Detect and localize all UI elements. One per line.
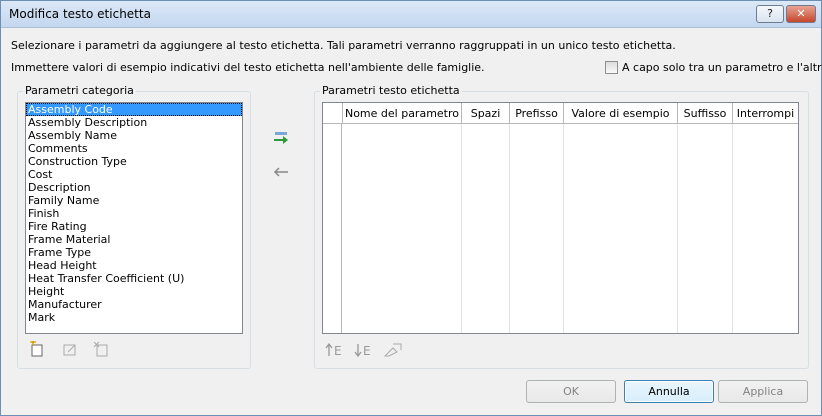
format-parameter-icon[interactable] [383,342,403,362]
list-item[interactable]: Family Name [26,194,242,207]
apply-button[interactable]: Applica [718,380,808,403]
list-item[interactable]: Assembly Name [26,129,242,142]
wrap-checkbox-label[interactable]: A capo solo tra un parametro e l'altro [622,61,822,74]
column-header[interactable]: Spazi [462,103,510,124]
column-header[interactable]: Nome del parametro [343,103,462,124]
category-params-list[interactable]: Assembly Code Assembly Description Assem… [25,102,243,334]
list-item[interactable]: Comments [26,142,242,155]
list-item[interactable]: Mark [26,311,242,324]
title-bar: Modifica testo etichetta ? ✕ [1,1,821,28]
list-item[interactable]: Finish [26,207,242,220]
list-item[interactable]: Assembly Description [26,116,242,129]
remove-from-label-icon[interactable] [273,165,291,183]
intro-text-2: Immettere valori di esempio indicativi d… [11,61,485,74]
list-item[interactable]: Manufacturer [26,298,242,311]
column-header[interactable]: Interrompi [733,103,798,124]
list-item[interactable]: Construction Type [26,155,242,168]
add-to-label-icon[interactable] [273,131,291,151]
wrap-checkbox[interactable] [605,61,618,74]
column-divider [732,124,733,333]
label-params-title: Parametri testo etichetta [320,84,462,97]
delete-parameter-icon[interactable] [93,341,109,361]
svg-text:E: E [363,344,371,358]
edit-parameter-icon[interactable] [62,341,78,361]
list-item[interactable]: Assembly Code [26,103,242,116]
list-item[interactable]: Heat Transfer Coefficient (U) [26,272,242,285]
intro-text-1: Selezionare i parametri da aggiungere al… [11,39,676,52]
list-item[interactable]: Frame Material [26,233,242,246]
column-divider [509,124,510,333]
list-item[interactable]: Height [26,285,242,298]
list-item[interactable]: Description [26,181,242,194]
dialog-window: Modifica testo etichetta ? ✕ Selezionare… [0,0,822,416]
corner-header [323,103,343,124]
column-divider [563,124,564,333]
list-item[interactable]: Cost [26,168,242,181]
column-header[interactable]: Suffisso [678,103,733,124]
window-title: Modifica testo etichetta [9,7,151,21]
svg-text:E: E [334,344,342,358]
move-up-icon[interactable]: E [325,342,345,362]
list-item[interactable]: Fire Rating [26,220,242,233]
ok-button[interactable]: OK [526,380,616,403]
label-params-grid[interactable]: Nome del parametro Spazi Prefisso Valore… [322,102,799,334]
grid-header: Nome del parametro Spazi Prefisso Valore… [323,103,798,124]
cancel-button[interactable]: Annulla [624,380,714,403]
column-header[interactable]: Valore di esempio [564,103,678,124]
column-divider [677,124,678,333]
close-button[interactable]: ✕ [786,5,816,23]
category-params-title: Parametri categoria [23,84,136,97]
row-header [323,103,342,333]
column-header[interactable]: Prefisso [510,103,564,124]
column-divider [461,124,462,333]
move-down-icon[interactable]: E [354,342,374,362]
list-item[interactable]: Frame Type [26,246,242,259]
new-parameter-icon[interactable] [29,339,45,361]
help-button[interactable]: ? [756,5,784,23]
list-item[interactable]: Head Height [26,259,242,272]
